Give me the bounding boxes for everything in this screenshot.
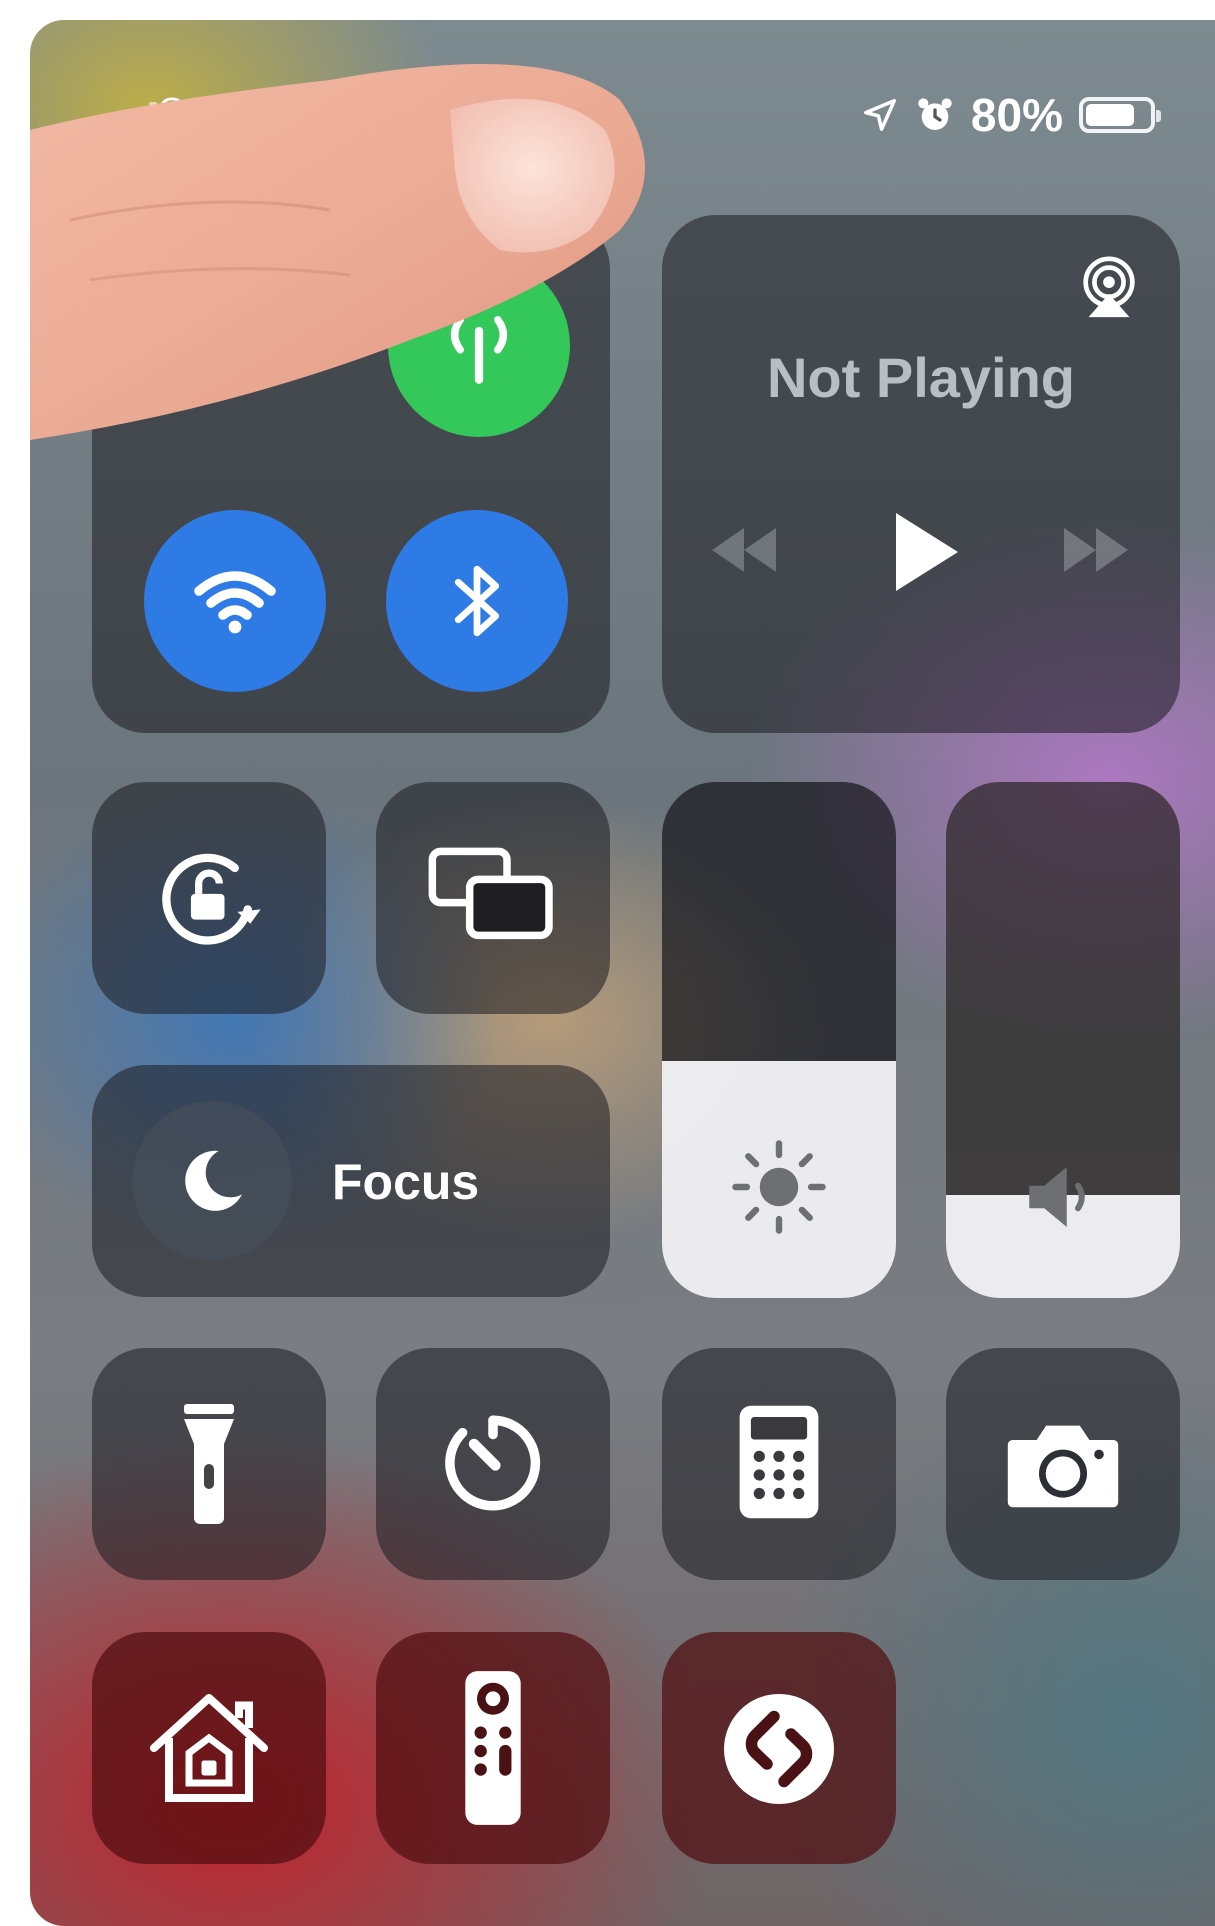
battery-percentage: 80% [970,89,1063,141]
camera-button[interactable] [946,1348,1180,1580]
signal-icon [110,102,157,134]
status-bar: O2 80% [30,20,1215,141]
play-icon[interactable] [884,507,964,597]
alarm-clock-icon [918,98,952,130]
rotation-lock-button[interactable] [92,782,326,1014]
calculator-button[interactable] [662,1348,896,1580]
rewind-icon[interactable] [704,520,784,580]
focus-icon-circle [132,1101,292,1261]
home-button[interactable] [92,1632,326,1864]
control-center: O2 80% Not Playing Focus [30,20,1215,1926]
home-icon [150,1694,268,1802]
now-playing-module[interactable]: Not Playing [662,215,1180,733]
battery-icon [1079,97,1161,133]
shazam-icon [724,1694,834,1804]
calculator-icon [739,1405,819,1519]
brightness-slider[interactable] [662,782,896,1298]
focus-label: Focus [332,1154,480,1210]
location-arrow-icon [863,99,896,131]
focus-button[interactable]: Focus [92,1065,610,1297]
airplay-audio-icon[interactable] [1074,253,1144,323]
battery-level [1086,104,1135,126]
wifi-toggle[interactable] [144,510,326,692]
rotation-lock-icon [162,853,261,945]
flashlight-icon [184,1404,234,1525]
sun-icon [732,1140,826,1234]
volume-slider[interactable] [946,782,1180,1298]
apple-tv-remote-button[interactable] [376,1632,610,1864]
screen-mirroring-button[interactable] [376,782,610,1014]
status-right: 80% [861,88,1161,142]
fast-forward-icon[interactable] [1056,520,1136,580]
timer-icon [445,1415,541,1511]
camera-icon [1007,1425,1119,1508]
apple-tv-remote-icon [465,1671,521,1825]
speaker-icon [1029,1167,1085,1227]
screen-mirroring-icon [428,847,553,940]
timer-button[interactable] [376,1348,610,1580]
moon-icon [185,1150,242,1211]
carrier-name: O2 [158,90,207,131]
cellular-data-toggle[interactable] [388,255,570,437]
shazam-button[interactable] [662,1632,896,1864]
now-playing-title: Not Playing [766,346,1076,409]
bluetooth-icon [454,565,500,637]
flashlight-button[interactable] [92,1348,326,1580]
wifi-icon [194,571,276,634]
bluetooth-toggle[interactable] [386,510,568,692]
connectivity-module [92,215,610,733]
antenna-icon [450,316,508,384]
